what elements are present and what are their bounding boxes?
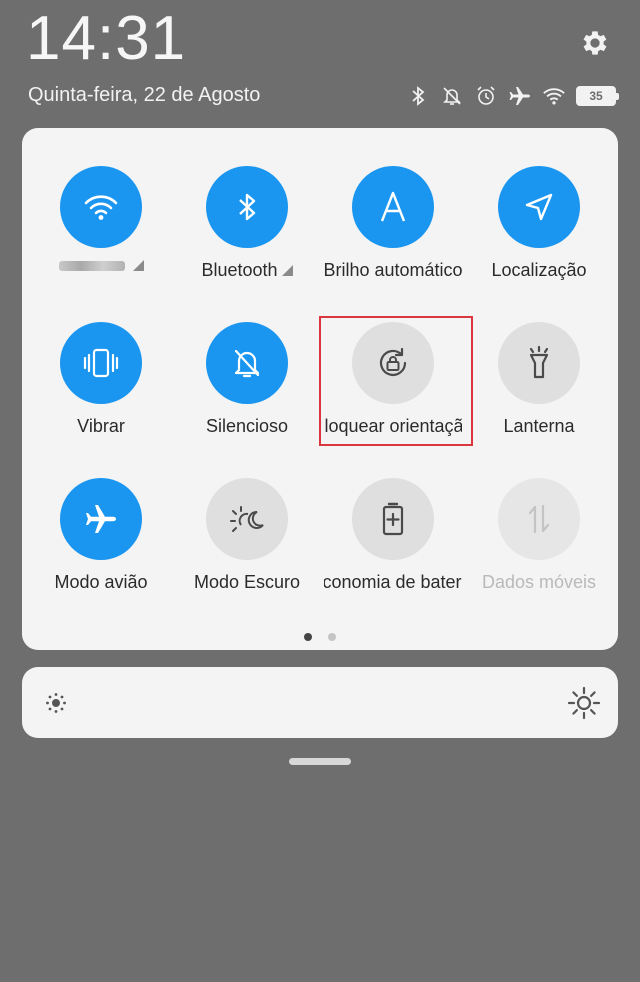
mobile-data-toggle xyxy=(498,478,580,560)
flashlight-toggle[interactable] xyxy=(498,322,580,404)
battery-saver-icon xyxy=(382,502,404,536)
signal-icon xyxy=(132,260,144,271)
tile-rotation-lock[interactable]: Bloquear orientação xyxy=(320,322,466,462)
airplane-icon xyxy=(86,505,116,533)
panel-drag-handle[interactable] xyxy=(289,758,351,765)
status-icons: 35 xyxy=(406,82,619,110)
date-text: Quinta-feira, 22 de Agosto xyxy=(28,84,261,106)
ssid-redacted xyxy=(58,260,125,271)
tile-battery-saver[interactable]: Economia de bateria xyxy=(320,478,466,618)
bluetooth-icon xyxy=(239,193,256,221)
airplane-label: Modo avião xyxy=(54,572,148,592)
wifi-toggle[interactable] xyxy=(60,166,142,248)
rotation-lock-label: Bloquear orientação xyxy=(324,416,462,436)
brightness-low-icon xyxy=(44,691,68,715)
data-arrows-icon xyxy=(528,504,550,534)
flashlight-label: Lanterna xyxy=(503,416,575,436)
tile-wifi[interactable] xyxy=(28,166,174,306)
tile-location[interactable]: Localização xyxy=(466,166,612,306)
rotation-lock-toggle[interactable] xyxy=(352,322,434,404)
airplane-toggle[interactable] xyxy=(60,478,142,560)
tile-auto-brightness[interactable]: Brilho automático xyxy=(320,166,466,306)
battery-level: 35 xyxy=(589,89,603,103)
page-indicator[interactable] xyxy=(22,633,618,641)
alarm-icon xyxy=(474,84,498,108)
wifi-icon xyxy=(542,84,566,108)
silent-toggle[interactable] xyxy=(206,322,288,404)
rotation-lock-icon xyxy=(379,347,407,376)
silent-label: Silencioso xyxy=(205,416,289,436)
location-toggle[interactable] xyxy=(498,166,580,248)
airplane-icon xyxy=(508,84,532,108)
settings-gear-icon[interactable] xyxy=(578,26,612,60)
expand-icon xyxy=(281,265,293,276)
tile-flashlight[interactable]: Lanterna xyxy=(466,322,612,462)
brightness-slider[interactable] xyxy=(22,667,618,738)
tile-airplane[interactable]: Modo avião xyxy=(28,478,174,618)
location-label: Localização xyxy=(491,260,587,280)
battery-saver-toggle[interactable] xyxy=(352,478,434,560)
wifi-icon xyxy=(84,195,118,220)
clock-time: 14:31 xyxy=(26,4,187,73)
bluetooth-icon xyxy=(406,84,430,108)
battery-icon: 35 xyxy=(576,86,619,106)
flashlight-icon xyxy=(529,345,549,379)
auto-brightness-toggle[interactable] xyxy=(352,166,434,248)
quick-settings-panel: Bluetooth Brilho automático Localização … xyxy=(22,128,618,650)
mute-icon xyxy=(440,84,464,108)
page-dot-1[interactable] xyxy=(304,633,312,641)
battery-saver-label: Economia de bateria xyxy=(324,572,462,592)
tile-dark-mode[interactable]: Modo Escuro xyxy=(174,478,320,618)
bluetooth-label: Bluetooth xyxy=(178,260,316,281)
tile-silent[interactable]: Silencioso xyxy=(174,322,320,462)
tile-vibrate[interactable]: Vibrar xyxy=(28,322,174,462)
letter-a-icon xyxy=(380,191,406,222)
dark-mode-toggle[interactable] xyxy=(206,478,288,560)
bell-off-icon xyxy=(234,349,260,378)
brightness-high-icon xyxy=(566,685,602,721)
wifi-network-label xyxy=(32,260,170,271)
location-arrow-icon xyxy=(525,193,553,221)
bluetooth-toggle[interactable] xyxy=(206,166,288,248)
page-dot-2[interactable] xyxy=(328,633,336,641)
dark-mode-label: Modo Escuro xyxy=(193,572,301,592)
vibrate-toggle[interactable] xyxy=(60,322,142,404)
dark-mode-icon xyxy=(230,506,264,532)
vibrate-icon xyxy=(83,348,119,378)
tile-mobile-data: Dados móveis xyxy=(466,478,612,618)
vibrate-label: Vibrar xyxy=(77,416,125,436)
tile-bluetooth[interactable]: Bluetooth xyxy=(174,166,320,306)
auto-brightness-label: Brilho automático xyxy=(324,260,462,280)
mobile-data-label: Dados móveis xyxy=(481,572,597,592)
